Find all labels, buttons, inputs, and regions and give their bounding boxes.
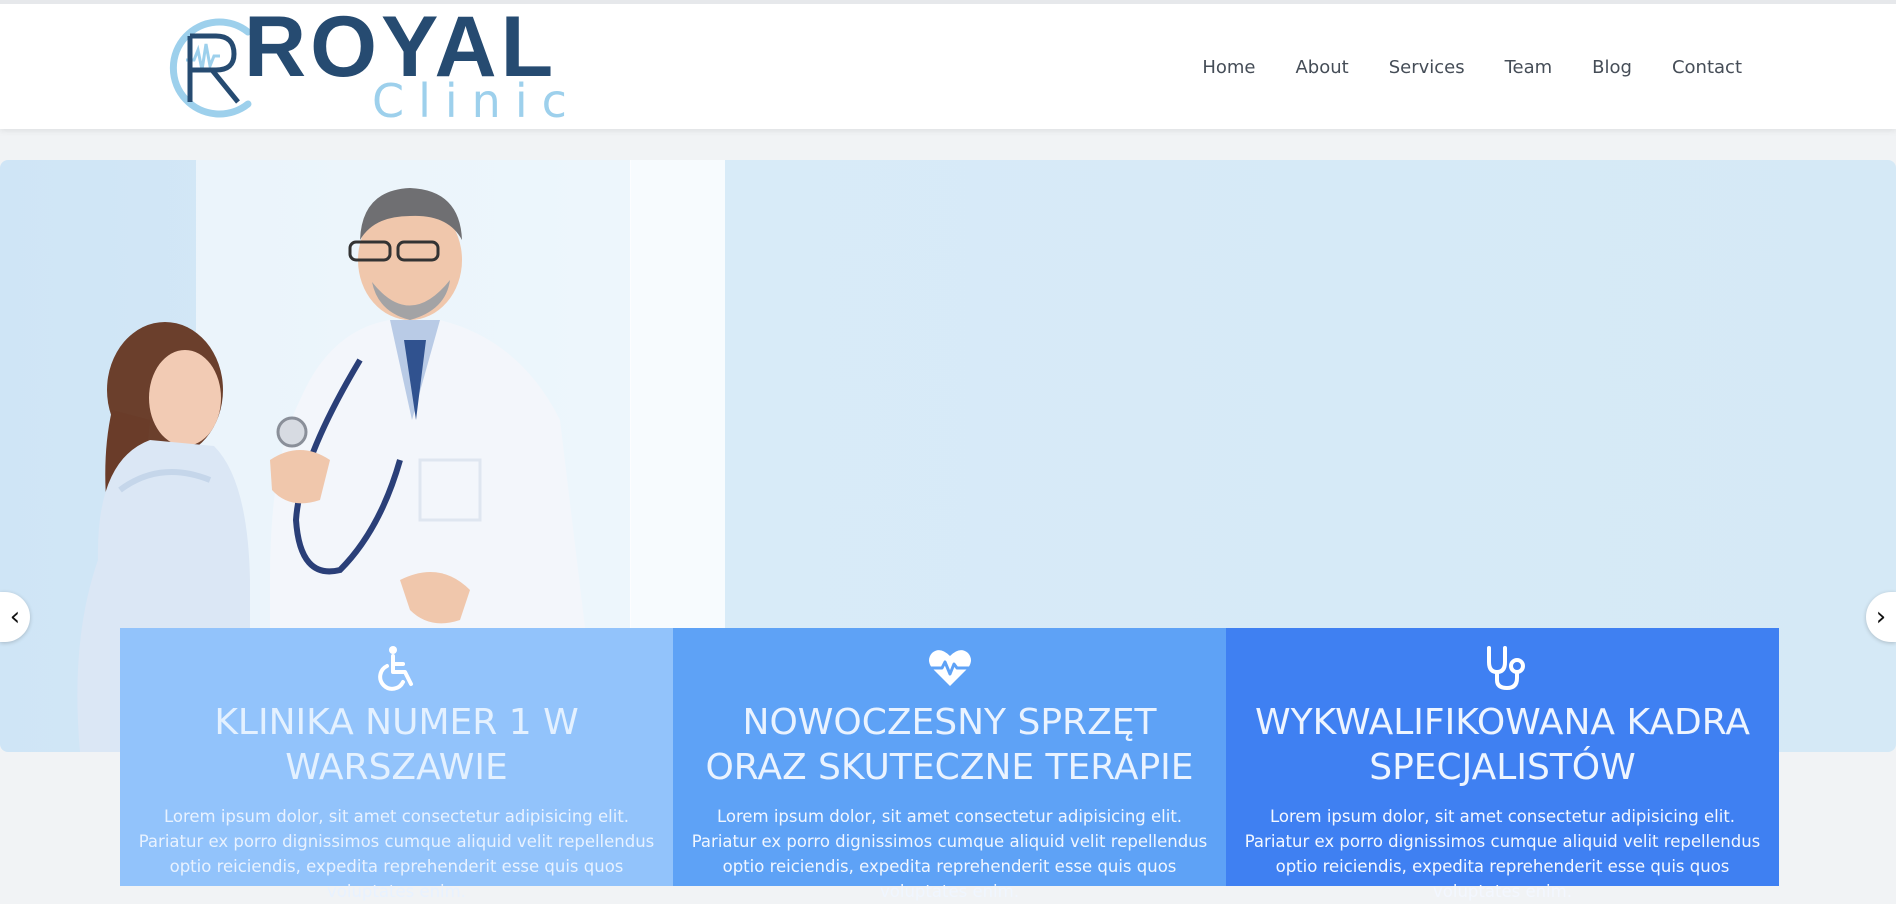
nav-about[interactable]: About [1295, 56, 1348, 80]
logo-clinic-text: Clinic [372, 74, 581, 128]
heartbeat-icon [926, 644, 974, 692]
feature-text: Lorem ipsum dolor, sit amet consectetur … [1244, 807, 1761, 901]
royal-clinic-logo[interactable]: ROYAL Clinic [160, 4, 567, 126]
feature-title: NOWOCZESNY SPRZĘT ORAZ SKUTECZNE TERAPIE [705, 702, 1194, 788]
main-nav: Home About Services Team Blog Contact [1162, 56, 1742, 80]
site-header: ROYAL Clinic Home About Services Team Bl… [0, 0, 1896, 129]
nav-team[interactable]: Team [1505, 56, 1553, 80]
nav-services[interactable]: Services [1389, 56, 1465, 80]
carousel-next-button[interactable]: › [1866, 592, 1896, 642]
feature-card: NOWOCZESNY SPRZĘT ORAZ SKUTECZNE TERAPIE… [673, 628, 1226, 901]
feature-text: Lorem ipsum dolor, sit amet consectetur … [691, 807, 1208, 901]
feature-text: Lorem ipsum dolor, sit amet consectetur … [138, 807, 655, 901]
feature-card: WYKWALIFIKOWANA KADRA SPECJALISTÓW Lorem… [1226, 628, 1779, 901]
nav-home[interactable]: Home [1202, 56, 1255, 80]
feature-card: KLINIKA NUMER 1 W WARSZAWIE Lorem ipsum … [120, 628, 673, 901]
feature-title: WYKWALIFIKOWANA KADRA SPECJALISTÓW [1255, 702, 1750, 788]
feature-title: KLINIKA NUMER 1 W WARSZAWIE [214, 702, 579, 788]
wheelchair-icon [373, 644, 421, 692]
stethoscope-icon [1479, 644, 1527, 692]
feature-boxes: KLINIKA NUMER 1 W WARSZAWIE Lorem ipsum … [120, 628, 1779, 901]
nav-contact[interactable]: Contact [1672, 56, 1742, 80]
nav-blog[interactable]: Blog [1592, 56, 1632, 80]
